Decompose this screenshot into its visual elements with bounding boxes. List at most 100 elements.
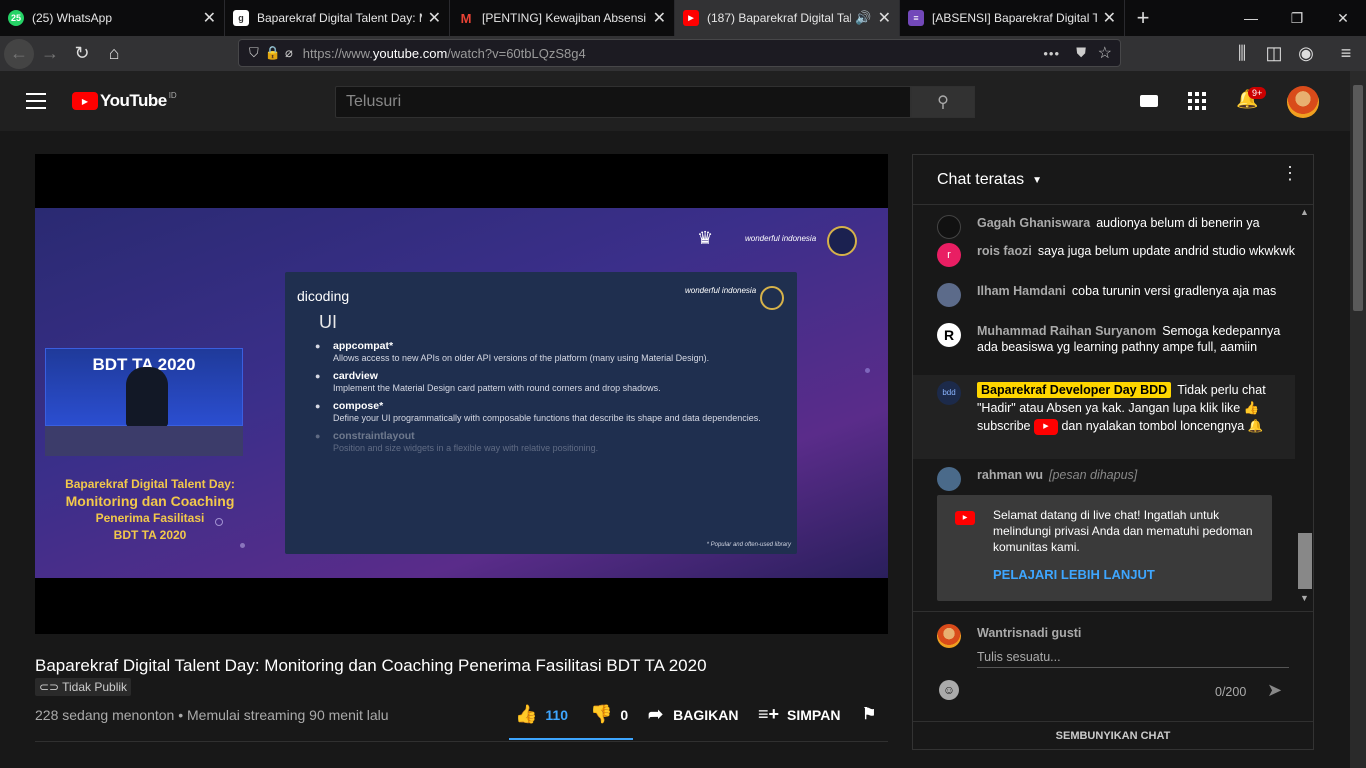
permissions-icon[interactable]: ⌀ (285, 45, 293, 61)
hamburger-icon[interactable] (26, 93, 46, 109)
share-icon: ➦ (648, 704, 664, 724)
chat-message: Gagah Ghaniswara audionya belum di beneri… (937, 215, 1297, 239)
close-icon[interactable]: ✕ (653, 8, 666, 28)
youtube-play-icon: ▶ (72, 92, 98, 110)
create-video-icon[interactable] (1140, 95, 1158, 107)
home-icon[interactable]: ⌂ (98, 38, 130, 70)
avatar: R (937, 323, 961, 347)
owner-badge: Baparekraf Developer Day BDD (977, 382, 1172, 398)
account-icon[interactable]: ◉ (1290, 38, 1322, 70)
chat-message: bdd Baparekraf Developer Day BDD Tidak pe… (937, 381, 1297, 435)
like-ratio-bar (509, 738, 633, 740)
tab-gmail[interactable]: M [PENTING] Kewajiban Absensi Pes ✕ (450, 0, 675, 36)
reload-icon[interactable]: ↻ (66, 38, 98, 70)
url-bar[interactable]: ⛉ 🔒 ⌀ https://www. youtube.com/watch?v=60… (238, 39, 1121, 67)
item-name: constraintlayout (333, 430, 415, 442)
close-window-icon[interactable]: ✕ (1320, 0, 1366, 36)
lock-icon[interactable]: 🔒 (265, 45, 281, 61)
chat-mode-dropdown[interactable]: Chat teratas ▼ (937, 171, 1042, 189)
item-desc: Allows access to new APIs on older API v… (333, 353, 710, 363)
youtube-icon: ▶ (683, 10, 699, 26)
speaker-figure (126, 367, 168, 427)
chat-header: Chat teratas ▼ ⋮ (913, 155, 1313, 205)
close-icon[interactable]: ✕ (428, 8, 441, 28)
learn-more-link[interactable]: PELAJARI LEBIH LANJUT (993, 567, 1155, 582)
avatar: bdd (937, 381, 961, 405)
apps-grid-icon[interactable] (1188, 92, 1206, 110)
item-desc: Implement the Material Design card patte… (333, 383, 661, 393)
thumbs-up-icon: 👍 (515, 704, 538, 724)
dicoding-logo: dicoding (297, 288, 350, 304)
bookmark-star-icon[interactable]: ☆ (1098, 43, 1112, 63)
hide-chat-button[interactable]: SEMBUNYIKAN CHAT (913, 721, 1313, 749)
panel-seal (760, 286, 784, 310)
library-icon[interactable]: ⫼ (1226, 38, 1258, 70)
avatar[interactable] (1287, 86, 1319, 118)
chat-user-name: Wantrisnadi gusti (977, 626, 1082, 640)
logo-text: YouTube (100, 91, 167, 110)
tab-youtube[interactable]: ▶ (187) Baparekraf Digital Talent 🔊 ✕ (675, 0, 900, 36)
video-title: Baparekraf Digital Talent Day: Monitorin… (35, 656, 707, 675)
privacy-badge: ⊂⊃ Tidak Publik (35, 678, 132, 696)
menu-icon[interactable]: ≡ (1330, 38, 1362, 70)
search-button[interactable]: ⚲ (911, 86, 975, 118)
playlist-add-icon: ≡+ (758, 704, 780, 724)
youtube-header: ▶ YouTube ID Telusuri ⚲ 🔔 9+ (0, 71, 1350, 131)
link-icon: ⊂⊃ (39, 680, 60, 694)
chat-more-icon[interactable]: ⋮ (1281, 164, 1299, 182)
item-name: cardview (333, 370, 378, 382)
google-icon: g (233, 10, 249, 26)
sidebar-icon[interactable]: ◫ (1258, 38, 1290, 70)
new-tab-button[interactable]: + (1125, 0, 1161, 36)
send-icon[interactable]: ➤ (1267, 680, 1282, 701)
chevron-down-icon: ▼ (1032, 174, 1043, 186)
maximize-icon[interactable]: ❐ (1274, 0, 1320, 36)
chat-input[interactable]: Tulis sesuatu... (977, 648, 1289, 668)
youtube-icon: ▶ (955, 511, 975, 525)
tab-title: [ABSENSI] Baparekraf Digital Tal (932, 11, 1097, 25)
dislike-button[interactable]: 👎 0 (590, 704, 628, 725)
baparekraf-logo: ♛ (697, 228, 714, 248)
avatar (937, 283, 961, 307)
event-title: Baparekraf Digital Talent Day: Monitorin… (65, 477, 235, 542)
back-icon[interactable]: ← (4, 38, 34, 69)
minimize-icon[interactable]: — (1228, 0, 1274, 36)
tab-title: (187) Baparekraf Digital Talent (707, 11, 852, 25)
notice-text: Selamat datang di live chat! Ingatlah un… (993, 508, 1253, 554)
shield-icon[interactable]: ⛉ (249, 45, 259, 61)
close-icon[interactable]: ✕ (1103, 8, 1116, 28)
close-icon[interactable]: ✕ (203, 8, 216, 28)
chat-message: r rois faozi saya juga belum update andri… (937, 243, 1297, 267)
emoji-icon[interactable]: ☺ (939, 680, 959, 700)
item-name: appcompat* (333, 340, 394, 352)
item-name: compose* (333, 400, 384, 412)
tab-whatsapp[interactable]: 25 (25) WhatsApp ✕ (0, 0, 225, 36)
speaker-icon[interactable]: 🔊 (855, 10, 871, 26)
tab-google-doc[interactable]: g Baparekraf Digital Talent Day: Mo ✕ (225, 0, 450, 36)
thumbs-down-icon: 👎 (590, 704, 613, 724)
tab-forms[interactable]: ≡ [ABSENSI] Baparekraf Digital Tal ✕ (900, 0, 1125, 36)
search-input[interactable]: Telusuri (335, 86, 911, 118)
close-icon[interactable]: ✕ (878, 8, 891, 28)
gmail-icon: M (460, 10, 472, 26)
browser-tab-bar: 25 (25) WhatsApp ✕ g Baparekraf Digital … (0, 0, 1366, 36)
youtube-subscribe-icon: ▶ (1033, 418, 1058, 435)
chat-scrollbar[interactable]: ▲ ▼ (1297, 207, 1313, 605)
video-stats: 228 sedang menonton • Memulai streaming … (35, 707, 389, 723)
report-button[interactable]: ⚑ (862, 704, 876, 724)
chat-input-area: Wantrisnadi gusti Tulis sesuatu... ☺ 0/2… (913, 611, 1313, 719)
page-scrollbar[interactable] (1350, 71, 1366, 768)
more-actions-icon[interactable]: ••• (1043, 46, 1060, 61)
pocket-icon[interactable]: ⛊ (1076, 45, 1086, 61)
video-player[interactable]: BDT TA 2020 Baparekraf Digital Talent Da… (35, 154, 888, 634)
tab-title: (25) WhatsApp (32, 11, 113, 25)
like-button[interactable]: 👍 110 (515, 704, 568, 725)
share-button[interactable]: ➦ BAGIKAN (648, 704, 738, 725)
notification-count-badge: 9+ (1248, 87, 1267, 99)
forward-icon[interactable]: → (34, 38, 66, 70)
save-button[interactable]: ≡+ SIMPAN (758, 704, 840, 725)
region-code: ID (168, 91, 177, 100)
youtube-logo[interactable]: ▶ YouTube ID (72, 91, 177, 111)
slide-panel: dicoding wonderful indonesia UI ● appcom… (285, 272, 797, 554)
live-chat: Chat teratas ▼ ⋮ ▲ ▼ Gagah Ghaniswara aud… (912, 154, 1314, 750)
